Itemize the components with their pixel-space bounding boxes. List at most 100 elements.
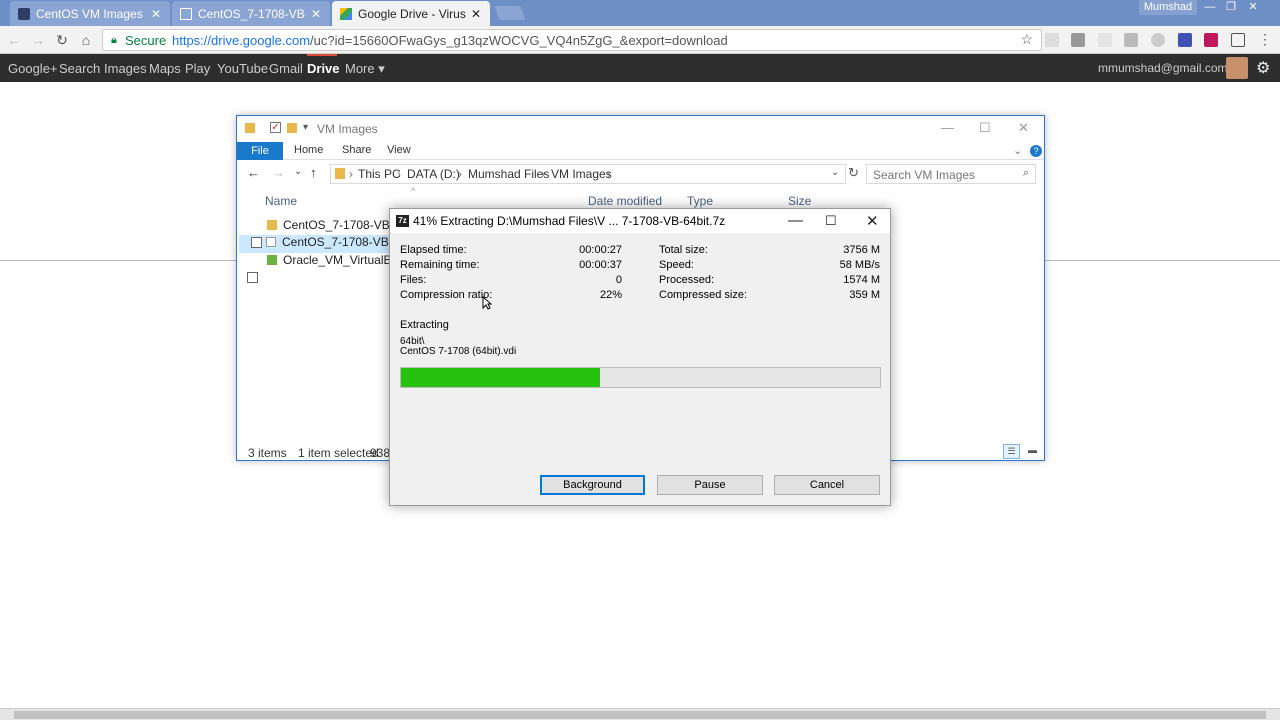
- customize-toolbar-icon[interactable]: ▾: [303, 122, 308, 133]
- tab-title: CentOS_7-1708-VB-64bit: [198, 6, 306, 21]
- background-button[interactable]: Background: [540, 475, 645, 495]
- chevron-down-icon[interactable]: ⌄: [1013, 144, 1022, 157]
- row-checkbox[interactable]: [251, 237, 262, 248]
- restore-icon[interactable]: ❐: [1221, 0, 1241, 15]
- file-icon: [266, 237, 276, 247]
- maximize-icon[interactable]: ☐: [825, 213, 837, 229]
- tab-google-drive[interactable]: Google Drive - Virus scan ✕: [332, 1, 490, 26]
- properties-icon[interactable]: ✓: [270, 122, 281, 133]
- camera-extension-icon[interactable]: [1124, 33, 1138, 47]
- forward-icon[interactable]: →: [272, 165, 285, 180]
- search-icon[interactable]: ⌕: [1023, 167, 1029, 180]
- refresh-icon[interactable]: ↻: [848, 165, 859, 181]
- avatar[interactable]: [1226, 57, 1248, 79]
- gear-icon[interactable]: ⚙: [1256, 58, 1270, 78]
- breadcrumb-this-pc[interactable]: This PC: [358, 167, 401, 181]
- gbar-link-drive[interactable]: Drive: [307, 61, 340, 76]
- explorer-title: VM Images: [317, 122, 378, 136]
- ribbon-tab-home[interactable]: Home: [294, 144, 323, 156]
- extract-progress-dialog: 7z 41% Extracting D:\Mumshad Files\V ...…: [389, 208, 891, 506]
- column-name[interactable]: Name: [265, 194, 297, 208]
- breadcrumb-mumshad-files[interactable]: Mumshad Files: [468, 167, 549, 181]
- file-row[interactable]: Oracle_VM_VirtualBox_Ex: [251, 253, 401, 271]
- minimize-icon[interactable]: —: [788, 212, 803, 229]
- close-icon[interactable]: ✕: [1018, 120, 1029, 136]
- gbar-link-search[interactable]: Search: [59, 61, 100, 76]
- scrollbar-thumb[interactable]: [14, 711, 1266, 719]
- file-row[interactable]: CentOS_7-1708-VB-64bit: [251, 218, 401, 236]
- column-size[interactable]: Size: [788, 194, 811, 208]
- reload-icon[interactable]: ↻: [54, 32, 70, 48]
- extension-icon[interactable]: [1231, 33, 1245, 47]
- breadcrumb-separator: ›: [541, 167, 545, 181]
- home-icon[interactable]: ⌂: [78, 32, 94, 48]
- new-folder-icon[interactable]: [287, 123, 297, 133]
- close-icon[interactable]: ✕: [470, 7, 482, 21]
- sort-indicator-icon: ^: [411, 186, 416, 196]
- explorer-search-box[interactable]: Search VM Images ⌕: [866, 164, 1036, 184]
- breadcrumb-vm-images[interactable]: VM Images: [551, 167, 612, 181]
- back-icon[interactable]: ←: [247, 165, 260, 180]
- gbar-link-maps[interactable]: Maps: [149, 61, 181, 76]
- ribbon-tab-view[interactable]: View: [387, 144, 411, 156]
- horizontal-scrollbar[interactable]: [0, 708, 1280, 720]
- tab-title: CentOS VM Images for V: [36, 6, 146, 21]
- forward-icon[interactable]: →: [30, 32, 46, 48]
- bookmark-star-icon[interactable]: ☆: [1020, 31, 1033, 48]
- column-type[interactable]: Type: [687, 194, 713, 208]
- close-icon[interactable]: ✕: [310, 7, 322, 21]
- close-window-icon[interactable]: ✕: [1243, 0, 1263, 15]
- cancel-button[interactable]: Cancel: [774, 475, 880, 495]
- close-icon[interactable]: ✕: [866, 212, 879, 230]
- gbar-link-more[interactable]: More ▾: [345, 61, 385, 77]
- gbar-link-play[interactable]: Play: [185, 61, 210, 76]
- menu-icon[interactable]: ⋮: [1258, 32, 1272, 47]
- address-bar[interactable]: 🔒︎ Secure https://drive.google.com/uc?id…: [102, 29, 1042, 51]
- up-icon[interactable]: ↑: [310, 165, 317, 180]
- extension-icon[interactable]: [1098, 33, 1112, 47]
- browser-tab-strip: CentOS VM Images for V ✕ CentOS_7-1708-V…: [0, 0, 1280, 26]
- total-size-value: 3756 M: [843, 244, 880, 256]
- url-text: https://drive.google.com/uc?id=15660OFwa…: [172, 33, 728, 48]
- file-row-selected[interactable]: CentOS_7-1708-VB-64bit: [239, 235, 401, 253]
- extension-icon[interactable]: [1071, 33, 1085, 47]
- explorer-breadcrumb[interactable]: › This PC › DATA (D:) › Mumshad Files › …: [330, 164, 846, 184]
- bookmark-extension-icon[interactable]: [1178, 33, 1192, 47]
- profile-button[interactable]: Mumshad: [1139, 0, 1197, 15]
- help-icon[interactable]: ?: [1030, 145, 1042, 157]
- tab-centos-download[interactable]: CentOS_7-1708-VB-64bit ✕: [172, 1, 330, 26]
- back-icon[interactable]: ←: [6, 32, 22, 48]
- ribbon-tab-share[interactable]: Share: [342, 144, 371, 156]
- recent-locations-icon[interactable]: ⌄: [294, 166, 302, 177]
- gbar-link-gmail[interactable]: Gmail: [269, 61, 303, 76]
- pocket-extension-icon[interactable]: [1204, 33, 1218, 47]
- folder-icon: [267, 220, 277, 230]
- gbar-link-images[interactable]: Images: [104, 61, 147, 76]
- chevron-down-icon[interactable]: ⌄: [831, 167, 839, 178]
- dialog-titlebar: 7z 41% Extracting D:\Mumshad Files\V ...…: [390, 209, 890, 233]
- url-host: https://drive.google.com: [172, 33, 311, 48]
- gbar-link-google-plus[interactable]: Google+: [8, 61, 58, 76]
- maximize-icon[interactable]: ☐: [979, 120, 991, 136]
- extension-icon[interactable]: [1151, 33, 1165, 47]
- pause-button[interactable]: Pause: [657, 475, 763, 495]
- folder-icon: [335, 168, 345, 179]
- minimize-icon[interactable]: —: [1200, 0, 1220, 15]
- breadcrumb-separator: ›: [607, 167, 611, 181]
- column-date-modified[interactable]: Date modified: [588, 194, 662, 208]
- tab-centos-vm-images[interactable]: CentOS VM Images for V ✕: [10, 1, 170, 26]
- file-name: CentOS_7-1708-VB-64bit: [282, 235, 401, 249]
- active-indicator: [307, 54, 337, 56]
- minimize-icon[interactable]: —: [941, 120, 954, 135]
- ribbon-tab-file[interactable]: File: [237, 142, 283, 160]
- large-icons-view-icon[interactable]: ▬: [1024, 444, 1041, 459]
- gbar-link-youtube[interactable]: YouTube: [217, 61, 268, 76]
- close-icon[interactable]: ✕: [150, 7, 162, 21]
- breadcrumb-data-d[interactable]: DATA (D:): [407, 167, 460, 181]
- account-email[interactable]: mmumshad@gmail.com: [1098, 61, 1228, 75]
- extension-icon[interactable]: [1045, 33, 1059, 47]
- new-tab-button[interactable]: [494, 6, 526, 20]
- details-view-icon[interactable]: ☰: [1003, 444, 1020, 459]
- status-item-count: 3 items: [248, 446, 287, 460]
- search-placeholder: Search VM Images: [873, 168, 976, 182]
